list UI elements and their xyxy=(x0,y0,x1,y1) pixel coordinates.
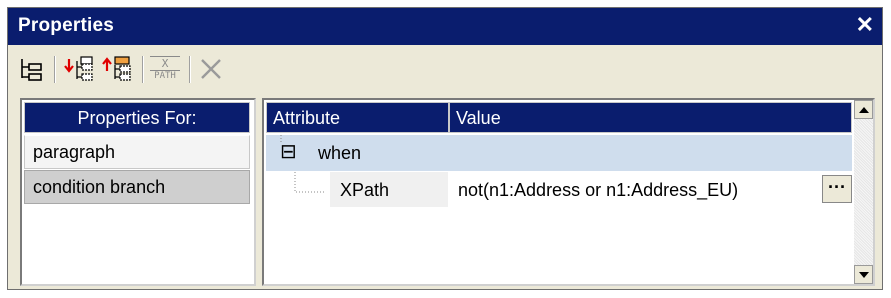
column-header-attribute[interactable]: Attribute xyxy=(266,102,449,133)
scroll-down-button[interactable] xyxy=(854,265,873,284)
attribute-cell: XPath xyxy=(330,172,448,207)
attributes-panel: Attribute Value ⊟ when XPath not(n1:Addr… xyxy=(262,98,875,286)
tree-view-button[interactable] xyxy=(13,54,47,84)
insert-before-icon xyxy=(102,56,131,81)
column-header-value[interactable]: Value xyxy=(449,102,852,133)
title-bar: Properties ✕ xyxy=(8,8,882,45)
xpath-button[interactable]: X PATH xyxy=(148,54,182,84)
list-item-condition-branch[interactable]: condition branch xyxy=(24,170,250,204)
properties-for-panel: Properties For: paragraph condition bran… xyxy=(20,98,256,286)
xpath-icon: X PATH xyxy=(150,56,180,82)
group-label: when xyxy=(318,143,362,163)
tree-connector xyxy=(294,172,326,193)
table-row[interactable]: XPath not(n1:Address or n1:Address_EU) ·… xyxy=(266,172,852,208)
xpath-value[interactable]: not(n1:Address or n1:Address_EU) xyxy=(458,180,738,201)
add-child-icon xyxy=(64,56,93,81)
scroll-up-button[interactable] xyxy=(854,100,873,119)
group-row-when[interactable]: ⊟ when xyxy=(266,135,852,171)
delete-button[interactable] xyxy=(194,54,228,84)
collapse-toggle-icon[interactable]: ⊟ xyxy=(280,141,297,163)
properties-window: Properties ✕ X PATH Properties For: para… xyxy=(7,7,883,290)
edit-xpath-button[interactable]: ··· xyxy=(822,175,852,203)
delete-icon xyxy=(201,59,221,79)
properties-for-header: Properties For: xyxy=(24,102,250,133)
add-child-button[interactable] xyxy=(62,54,96,84)
vertical-scrollbar[interactable] xyxy=(854,100,873,284)
arrow-up-icon xyxy=(858,106,869,113)
close-icon[interactable]: ✕ xyxy=(856,13,874,37)
toolbar: X PATH xyxy=(8,45,882,93)
tree-view-icon xyxy=(21,59,42,81)
window-title: Properties xyxy=(18,15,114,36)
list-item-paragraph[interactable]: paragraph xyxy=(24,135,250,169)
attribute-name: XPath xyxy=(340,180,390,200)
arrow-down-icon xyxy=(858,271,869,278)
insert-before-button[interactable] xyxy=(100,54,134,84)
